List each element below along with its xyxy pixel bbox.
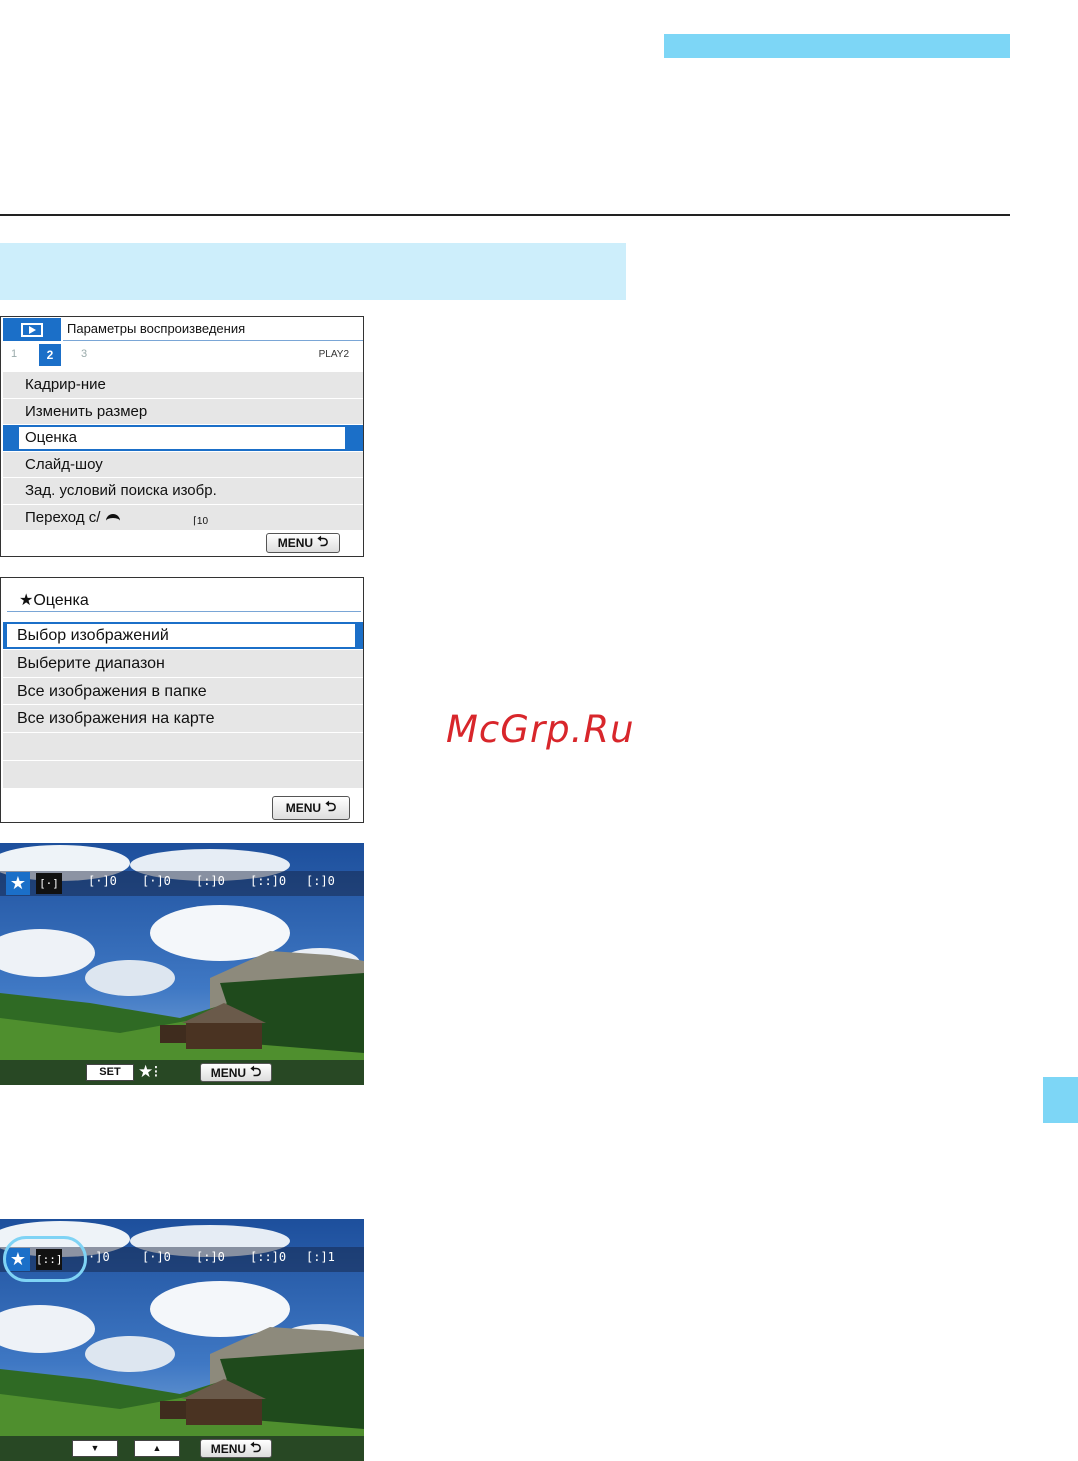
down-button[interactable]: ▼: [72, 1440, 118, 1457]
page-code: PLAY2: [318, 349, 349, 360]
rating-3-count: [:]0: [196, 874, 225, 888]
rating-bar: ★ [·] [·]0 [·]0 [:]0 [::]0 [:]0: [0, 871, 364, 896]
rating-1-count: [·]0: [88, 874, 117, 888]
menu-item-image-jump[interactable]: Переход с/ ⌈10: [3, 504, 363, 531]
horizontal-rule: [0, 214, 1010, 216]
section-heading-band: [0, 243, 626, 300]
menu-item-crop[interactable]: Кадрир-ние: [3, 372, 363, 399]
tab-2[interactable]: 2: [39, 344, 61, 366]
rating-5-count: [:]1: [306, 1250, 335, 1264]
rating-photo-screen-selected: ★ [::] ·]0 [·]0 [:]0 [::]0 [:]1 ▼ ▲ MENU…: [0, 1219, 364, 1461]
playback-settings-screen: Параметры воспроизведения 1 2 3 PLAY2 Ка…: [0, 316, 364, 557]
bottom-bar: ▼ ▲ MENU ⮌: [0, 1436, 364, 1461]
highlight-ring: [3, 1236, 87, 1282]
rating-2-count: [·]0: [142, 1250, 171, 1264]
menu-item-all-on-card[interactable]: Все изображения на карте: [3, 705, 363, 734]
playback-tab[interactable]: [3, 318, 61, 341]
menu-item-empty: [3, 760, 363, 789]
tab-3[interactable]: 3: [81, 348, 87, 360]
dial-icon: [106, 514, 121, 521]
star-rate-icon: ★⁝: [138, 1062, 159, 1081]
up-button[interactable]: ▲: [134, 1440, 180, 1457]
menu-back-button[interactable]: MENU ⮌: [266, 533, 340, 553]
menu-item-resize[interactable]: Изменить размер: [3, 398, 363, 425]
return-arrow-icon: ⮌: [250, 1438, 262, 1455]
rating-screen: ★Оценка Выбор изображений Выберите диапа…: [0, 577, 364, 823]
menu-item-slideshow[interactable]: Слайд-шоу: [3, 451, 363, 478]
menu-item-empty: [3, 733, 363, 761]
rating-selector-icon[interactable]: [·]: [36, 873, 62, 894]
rating-5-count: [:]0: [306, 874, 335, 888]
menu-list: Кадрир-ние Изменить размер Оценка Слайд-…: [3, 372, 363, 531]
menu-title: ★Оценка: [19, 592, 89, 609]
watermark: McGrp.Ru: [446, 708, 635, 751]
return-arrow-icon: ⮌: [317, 533, 329, 549]
menu-item-select-range[interactable]: Выберите диапазон: [3, 649, 363, 678]
menu-list: Выбор изображений Выберите диапазон Все …: [3, 622, 363, 789]
jump-10-icon: ⌈10: [193, 515, 209, 527]
rating-3-count: [:]0: [196, 1250, 225, 1264]
return-arrow-icon: ⮌: [325, 798, 337, 814]
rating-2-count: [·]0: [142, 874, 171, 888]
tab-row: 1 2 3 PLAY2: [1, 344, 363, 368]
menu-item-search-conditions[interactable]: Зад. условий поиска изобр.: [3, 478, 363, 505]
bottom-bar: SET ★⁝ MENU ⮌: [0, 1060, 364, 1085]
menu-header: Параметры воспроизведения: [1, 317, 363, 341]
chapter-tab: [1043, 1077, 1078, 1123]
menu-item-rating[interactable]: Оценка: [3, 425, 363, 452]
set-button[interactable]: SET: [86, 1064, 134, 1081]
rating-1-count: ·]0: [88, 1250, 110, 1264]
menu-back-button[interactable]: MENU ⮌: [200, 1439, 272, 1458]
rating-4-count: [::]0: [250, 874, 287, 888]
return-arrow-icon: ⮌: [250, 1062, 262, 1079]
star-icon: ★: [6, 872, 30, 895]
menu-title: Параметры воспроизведения: [67, 321, 246, 336]
rating-4-count: [::]0: [250, 1250, 287, 1264]
menu-item-all-in-folder[interactable]: Все изображения в папке: [3, 677, 363, 706]
playback-icon: [21, 322, 43, 337]
menu-item-select-images[interactable]: Выбор изображений: [3, 622, 363, 650]
menu-back-button[interactable]: MENU ⮌: [200, 1063, 272, 1082]
header-color-bar: [664, 34, 1010, 58]
rating-photo-screen: ★ [·] [·]0 [·]0 [:]0 [::]0 [:]0 SET ★⁝ M…: [0, 843, 364, 1085]
menu-back-button[interactable]: MENU ⮌: [272, 796, 350, 820]
tab-1[interactable]: 1: [11, 348, 17, 360]
